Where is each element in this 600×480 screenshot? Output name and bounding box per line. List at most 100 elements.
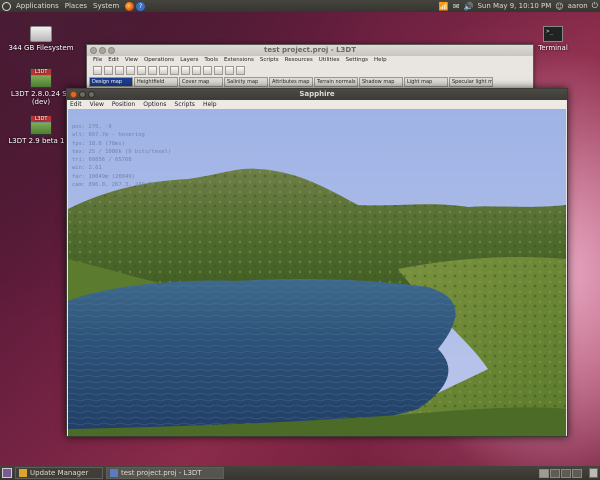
menu-item-view[interactable]: View <box>125 56 138 65</box>
menu-item-help[interactable]: Help <box>374 56 387 65</box>
workspace-4[interactable] <box>572 468 582 478</box>
l3dt-menubar: File Edit View Operations Layers Tools E… <box>87 56 533 65</box>
tool-icon[interactable] <box>148 66 157 75</box>
menu-item-scripts[interactable]: Scripts <box>174 100 195 109</box>
hud-line: cam: 896.0, 267.3, 249.7m <box>72 182 155 189</box>
close-button[interactable] <box>90 47 97 54</box>
tab-heightfield[interactable]: Heightfield <box>134 77 178 87</box>
open-icon[interactable] <box>104 66 113 75</box>
menu-item-edit[interactable]: Edit <box>108 56 119 65</box>
tool-icon[interactable] <box>181 66 190 75</box>
user-icon: ☺ <box>555 1 564 11</box>
maximize-button[interactable] <box>88 91 95 98</box>
tool-icon[interactable] <box>192 66 201 75</box>
sapphire-window[interactable]: Sapphire Edit View Position Options Scri… <box>66 88 568 437</box>
clock[interactable]: Sun May 9, 10:10 PM <box>477 2 551 10</box>
menu-item-resources[interactable]: Resources <box>285 56 313 65</box>
menu-item-layers[interactable]: Layers <box>180 56 198 65</box>
tool-icon[interactable] <box>214 66 223 75</box>
menu-applications[interactable]: Applications <box>13 2 62 10</box>
desktop-icon-label: 344 GB Filesystem <box>8 44 74 52</box>
l3dt-titlebar[interactable]: test project.proj - L3DT <box>87 45 533 56</box>
help-icon[interactable]: ? <box>136 1 146 11</box>
tool-icon[interactable] <box>159 66 168 75</box>
hud-line: win: 2.61 <box>72 165 102 172</box>
hud-line: tri: 60856 / 65768 <box>72 157 132 164</box>
menu-item-utilities[interactable]: Utilities <box>319 56 340 65</box>
save-icon[interactable] <box>115 66 124 75</box>
hud-line: far: 10049m (20049) <box>72 173 135 180</box>
show-desktop-icon[interactable] <box>2 468 12 478</box>
trash-icon[interactable] <box>589 468 598 478</box>
sapphire-titlebar[interactable]: Sapphire <box>67 89 567 100</box>
tool-icon[interactable] <box>225 66 234 75</box>
tab-salinity-map[interactable]: Salinity map <box>224 77 268 87</box>
menu-item-view[interactable]: View <box>90 100 104 109</box>
close-button[interactable] <box>70 91 77 98</box>
menu-item-help[interactable]: Help <box>203 100 217 109</box>
workspace-switcher <box>539 468 582 478</box>
harddisk-icon <box>30 26 52 42</box>
l3dt-icon: L3DT <box>30 68 52 88</box>
tool-icon[interactable] <box>126 66 135 75</box>
minimize-button[interactable] <box>99 47 106 54</box>
tab-specular-light-map[interactable]: Specular light map <box>449 77 493 87</box>
menu-item-options[interactable]: Options <box>143 100 166 109</box>
task-label: test project.proj - L3DT <box>121 469 202 477</box>
l3dt-icon: L3DT <box>30 115 52 135</box>
menu-places[interactable]: Places <box>62 2 90 10</box>
sapphire-menubar: Edit View Position Options Scripts Help <box>67 100 567 109</box>
l3dt-toolbar <box>87 65 533 77</box>
hud-line: fps: 18.6 (78ms) <box>72 140 125 147</box>
terminal-icon: >_ <box>543 26 563 42</box>
system-tray: 📶 ✉ 🔊 Sun May 9, 10:10 PM ☺ aaron ⏻ <box>439 1 598 11</box>
menu-item-settings[interactable]: Settings <box>345 56 368 65</box>
hud-line: tex: 25 / 1080k (9 bits/texel) <box>72 148 172 155</box>
update-manager-icon <box>19 469 27 477</box>
tab-cover-map[interactable]: Cover map <box>179 77 223 87</box>
workspace-3[interactable] <box>561 468 571 478</box>
l3dt-icon <box>110 469 118 477</box>
bottom-panel: Update Manager test project.proj - L3DT <box>0 466 600 480</box>
menu-item-tools[interactable]: Tools <box>204 56 218 65</box>
task-label: Update Manager <box>30 469 89 477</box>
hud-line: alt: 667.7m - hovering <box>72 132 145 139</box>
taskbar-item-l3dt[interactable]: test project.proj - L3DT <box>106 467 224 479</box>
top-panel: Applications Places System ? 📶 ✉ 🔊 Sun M… <box>0 0 600 12</box>
user-name[interactable]: aaron <box>568 2 588 10</box>
l3dt-map-tabs: Design map Heightfield Cover map Salinit… <box>87 77 533 87</box>
menu-item-position[interactable]: Position <box>112 100 135 109</box>
minimize-button[interactable] <box>79 91 86 98</box>
tab-terrain-normals[interactable]: Terrain normals <box>314 77 358 87</box>
mail-icon[interactable]: ✉ <box>453 2 460 11</box>
hud-line: pos: 270, -9 <box>72 124 112 130</box>
menu-system[interactable]: System <box>90 2 122 10</box>
tab-light-map[interactable]: Light map <box>404 77 448 87</box>
maximize-button[interactable] <box>108 47 115 54</box>
taskbar-item-update-manager[interactable]: Update Manager <box>15 467 103 479</box>
tab-attributes-map[interactable]: Attributes map <box>269 77 313 87</box>
menu-item-extensions[interactable]: Extensions <box>224 56 254 65</box>
new-icon[interactable] <box>93 66 102 75</box>
tab-shadow-map[interactable]: Shadow map <box>359 77 403 87</box>
firefox-icon[interactable] <box>125 1 135 11</box>
terrain-viewport[interactable]: pos: 270, -9 alt: 667.7m - hovering fps:… <box>68 109 566 436</box>
network-icon[interactable]: 📶 <box>439 2 449 11</box>
tool-icon[interactable] <box>203 66 212 75</box>
menu-item-file[interactable]: File <box>93 56 102 65</box>
menu-item-operations[interactable]: Operations <box>144 56 174 65</box>
volume-icon[interactable]: 🔊 <box>464 2 474 11</box>
window-title: test project.proj - L3DT <box>264 46 356 54</box>
tab-design-map[interactable]: Design map <box>89 77 133 87</box>
window-title: Sapphire <box>299 90 335 98</box>
desktop-icon-filesystem[interactable]: 344 GB Filesystem <box>6 26 76 52</box>
menu-item-edit[interactable]: Edit <box>70 100 82 109</box>
tool-icon[interactable] <box>236 66 245 75</box>
power-icon[interactable]: ⏻ <box>592 1 598 11</box>
tool-icon[interactable] <box>170 66 179 75</box>
ubuntu-logo-icon[interactable] <box>2 1 11 11</box>
workspace-1[interactable] <box>539 468 549 478</box>
menu-item-scripts[interactable]: Scripts <box>260 56 279 65</box>
tool-icon[interactable] <box>137 66 146 75</box>
workspace-2[interactable] <box>550 468 560 478</box>
